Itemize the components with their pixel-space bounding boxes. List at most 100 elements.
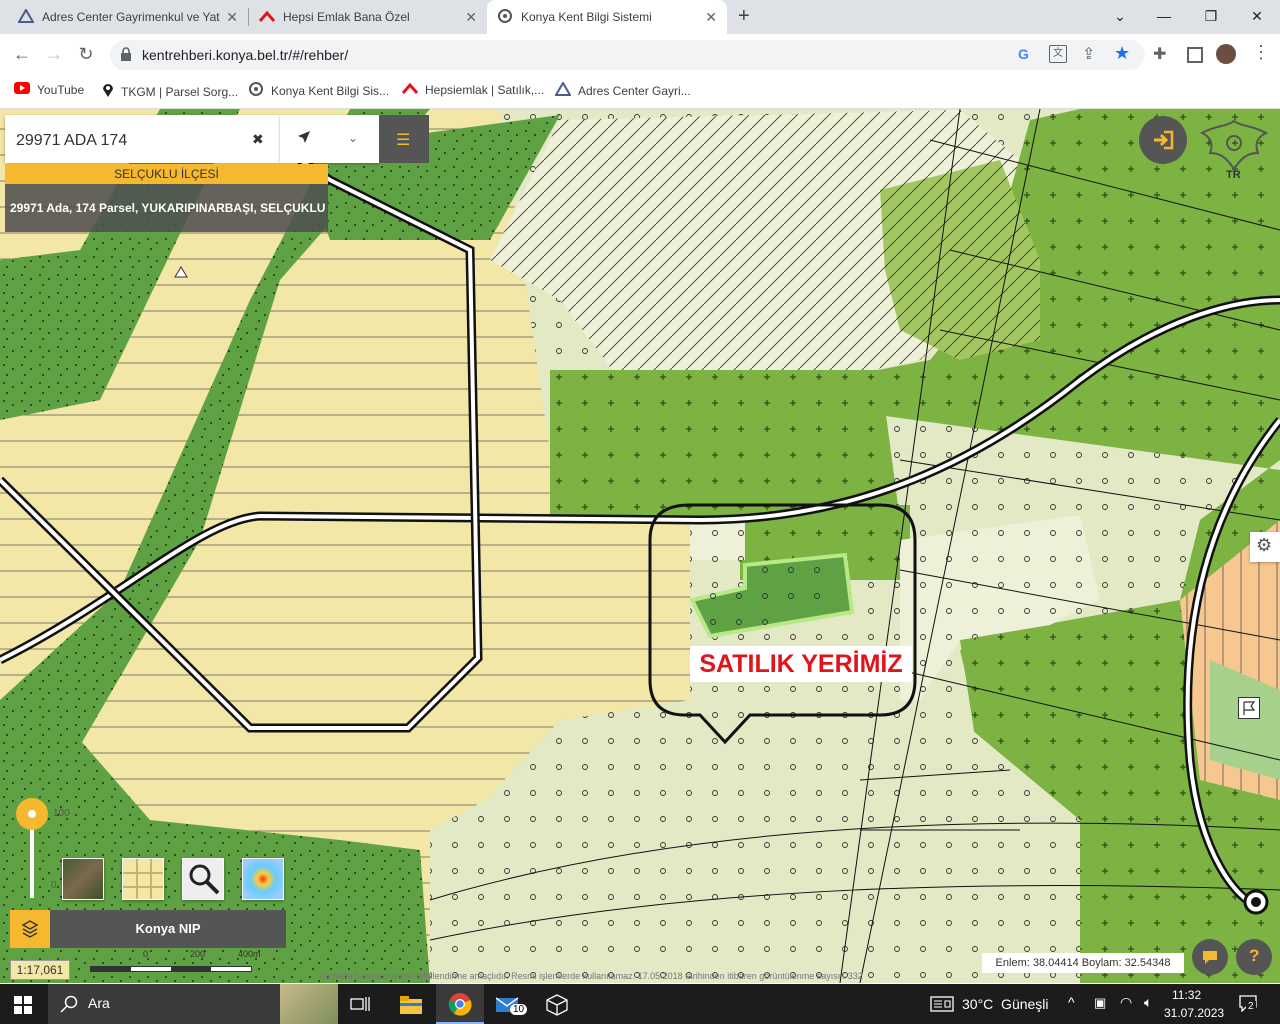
basemap-label[interactable]: Konya NIP	[50, 910, 286, 948]
satellite-layer-thumbnail[interactable]	[62, 858, 104, 900]
question-icon: ?	[1249, 946, 1260, 965]
locate-icon[interactable]	[297, 130, 311, 149]
taskbar-search[interactable]: Ara	[48, 984, 338, 1024]
tab-strip: Adres Center Gayrimenkul ve Yat ✕ Hepsi …	[0, 0, 1280, 34]
new-tab-button[interactable]: +	[738, 5, 750, 28]
login-button[interactable]	[1139, 116, 1187, 164]
device-icon[interactable]: ▣	[1094, 995, 1106, 1011]
close-window-button[interactable]: ✕	[1243, 4, 1271, 28]
heatmap-layer-thumbnail[interactable]	[242, 858, 284, 900]
back-icon[interactable]: ←	[10, 42, 34, 66]
speaker-icon[interactable]: 🔈︎	[1144, 994, 1152, 1011]
tab-label: Adres Center Gayrimenkul ve Yat	[42, 10, 220, 24]
search-result[interactable]: 29971 Ada, 174 Parsel, YUKARIPINARBAŞI, …	[5, 184, 328, 232]
tab-hepsi-emlak[interactable]: Hepsi Emlak Bana Özel ✕	[249, 0, 487, 34]
mail-badge: 10	[510, 1004, 528, 1015]
slider-min-label: 0	[51, 880, 57, 891]
bookmark-adres-center[interactable]: Adres Center Gayri...	[554, 81, 691, 99]
wifi-icon[interactable]: ◠	[1120, 994, 1132, 1011]
weather-text[interactable]: 30°C Güneşli	[962, 996, 1049, 1012]
search-highlight-image	[280, 984, 338, 1024]
task-view-icon[interactable]	[350, 995, 370, 1018]
hepsiemlak-icon	[258, 10, 276, 25]
windows-start-icon[interactable]	[14, 996, 32, 1019]
bookmark-label: Adres Center Gayri...	[578, 83, 691, 98]
chevron-down-icon[interactable]: ⌄	[348, 131, 358, 145]
hepsiemlak-icon	[401, 82, 419, 97]
scale-label-0: 0	[143, 949, 149, 959]
bookmark-youtube[interactable]: YouTube	[14, 82, 84, 97]
scale-label-400: 400m	[238, 949, 261, 959]
search-controls	[280, 115, 379, 163]
konya-seal-icon	[497, 8, 513, 26]
bookmark-star-icon[interactable]: ★	[1114, 43, 1130, 64]
help-button[interactable]: ?	[1236, 939, 1272, 975]
adres-center-icon	[17, 7, 35, 26]
clear-search-icon[interactable]: ✖	[252, 131, 264, 148]
package-icon[interactable]	[546, 994, 568, 1021]
google-icon[interactable]: G	[1018, 46, 1029, 62]
bookmark-hepsiemlak[interactable]: Hepsiemlak | Satılık,...	[401, 82, 545, 97]
mail-icon[interactable]: 10	[495, 996, 528, 1019]
opacity-slider-knob[interactable]	[16, 798, 48, 830]
restore-button[interactable]: ❐	[1197, 4, 1225, 28]
callout-label: SATILIK YERİMİZ	[690, 646, 912, 682]
forward-icon[interactable]: →	[42, 42, 66, 66]
bookmark-konya[interactable]: Konya Kent Bilgi Sis...	[248, 82, 389, 99]
settings-button[interactable]: ⚙	[1250, 532, 1280, 562]
slider-max-label: 100	[53, 808, 70, 819]
chrome-taskbar-button[interactable]	[436, 984, 484, 1024]
youtube-icon	[14, 82, 30, 97]
translate-icon[interactable]: 文	[1049, 45, 1067, 63]
clock-date[interactable]: 31.07.2023	[1164, 1006, 1224, 1020]
lock-icon[interactable]	[120, 47, 132, 66]
chat-button[interactable]	[1192, 939, 1228, 975]
side-panel-icon[interactable]	[1187, 47, 1203, 63]
bookmark-label: YouTube	[37, 82, 85, 97]
share-icon[interactable]: ⇪	[1082, 44, 1095, 64]
opacity-slider-track[interactable]	[30, 820, 34, 898]
scale-label-200: 200	[190, 949, 206, 959]
district-label: SELÇUKLU İLÇESİ	[5, 164, 328, 184]
map-canvas[interactable]	[0, 109, 1280, 983]
close-tab-icon[interactable]: ✕	[226, 9, 238, 26]
bookmark-tkgm[interactable]: TKGM | Parsel Sorg...	[102, 82, 238, 101]
gear-icon: ⚙	[1256, 535, 1273, 555]
emblem-text: TR	[1226, 169, 1241, 181]
list-menu-button[interactable]: ☰	[379, 115, 429, 163]
url-text[interactable]: kentrehberi.konya.bel.tr/#/rehber/	[142, 47, 348, 63]
weather-news-icon[interactable]	[930, 996, 954, 1017]
tab-search-icon[interactable]: ⌄	[1106, 4, 1134, 28]
tray-chevron-up-icon[interactable]: ^	[1068, 994, 1075, 1010]
tab-label: Hepsi Emlak Bana Özel	[283, 10, 410, 24]
notifications-badge: 2	[1246, 1001, 1256, 1012]
reload-icon[interactable]: ↻	[74, 42, 98, 66]
zoning-map	[0, 109, 1280, 983]
minimize-button[interactable]: —	[1150, 4, 1178, 28]
menu-kebab-icon[interactable]: ⋮	[1252, 42, 1270, 63]
tab-adres-center[interactable]: Adres Center Gayrimenkul ve Yat ✕	[8, 0, 248, 34]
konya-seal-icon	[248, 82, 264, 99]
search-layer-thumbnail[interactable]	[182, 858, 224, 900]
search-input[interactable]	[14, 131, 243, 151]
coordinates-readout: Enlem: 38.04414 Boylam: 32.54348	[982, 953, 1184, 973]
bookmark-label: Hepsiemlak | Satılık,...	[425, 82, 545, 97]
avatar[interactable]	[1216, 44, 1236, 64]
layers-button[interactable]	[10, 910, 50, 948]
turkish-emblem-logo: TR	[1196, 113, 1272, 183]
map-pin-icon	[102, 82, 114, 101]
extensions-icon[interactable]: ✚	[1153, 44, 1166, 64]
file-explorer-icon[interactable]	[400, 996, 422, 1019]
scale-ratio: 1:17,061	[10, 960, 70, 980]
clock-time[interactable]: 11:32	[1172, 988, 1201, 1002]
notifications-icon[interactable]: 2	[1238, 994, 1258, 1017]
tab-konya-kent[interactable]: Konya Kent Bilgi Sistemi ✕	[487, 0, 727, 34]
flag-marker-icon[interactable]	[1238, 697, 1260, 719]
taskbar-search-placeholder: Ara	[88, 995, 110, 1011]
zoning-layer-thumbnail[interactable]	[122, 858, 164, 900]
tab-label: Konya Kent Bilgi Sistemi	[521, 10, 652, 24]
close-tab-icon[interactable]: ✕	[465, 9, 477, 26]
bookmark-label: Konya Kent Bilgi Sis...	[271, 83, 390, 98]
bookmark-label: TKGM | Parsel Sorg...	[121, 84, 239, 99]
close-tab-icon[interactable]: ✕	[705, 9, 717, 26]
